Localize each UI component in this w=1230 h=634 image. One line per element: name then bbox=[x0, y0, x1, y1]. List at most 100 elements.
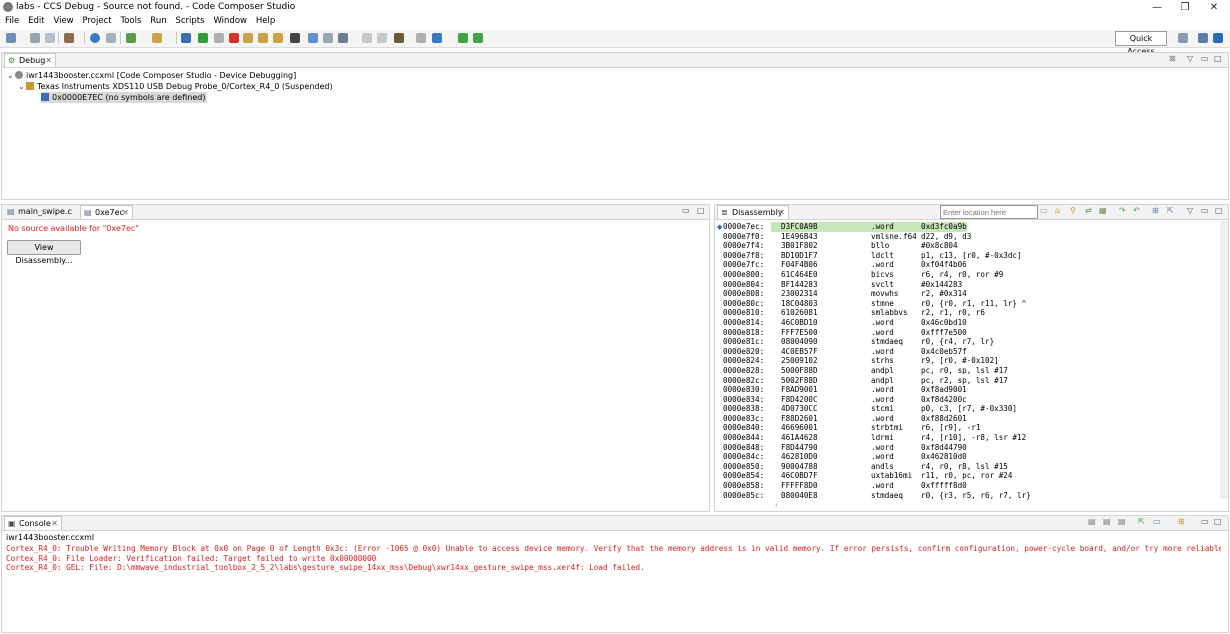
minimize-button[interactable]: — bbox=[1147, 1, 1167, 14]
target-icon[interactable] bbox=[394, 33, 404, 43]
ccs-debug-perspective-icon[interactable] bbox=[1213, 33, 1223, 43]
menu-project[interactable]: Project bbox=[83, 15, 112, 28]
save-all-icon[interactable] bbox=[45, 33, 55, 43]
pin-console-icon[interactable]: ⇱ bbox=[1138, 517, 1145, 526]
disassembly-row[interactable]: 0000e858: FFFFF8D0 .word 0xfffff8d0 bbox=[723, 481, 1211, 491]
tab-0xe7ec[interactable]: ▤ 0xe7ec ✕ bbox=[80, 205, 133, 219]
memory-icon[interactable] bbox=[290, 33, 300, 43]
disassembly-row[interactable]: 0000e85c: 080040E8 stmdaeq r0, {r3, r5, r6,… bbox=[723, 491, 1211, 501]
tree-item-probe[interactable]: ⌄ Texas Instruments XDS110 USB Debug Prob… bbox=[18, 81, 333, 92]
link-icon[interactable]: ⚲ bbox=[1070, 206, 1076, 215]
chevron-down-icon[interactable]: ⌄ bbox=[18, 81, 26, 92]
search-icon[interactable] bbox=[90, 33, 100, 43]
minimize-view-icon[interactable]: ▭ bbox=[682, 206, 690, 215]
disassembly-row[interactable]: 0000e844: 461A4628 ldrmi r4, [r10], -r8, ls… bbox=[723, 433, 1211, 443]
maximize-view-icon[interactable]: □ bbox=[1214, 54, 1222, 63]
remove-terminated-icon[interactable]: ⊠ bbox=[1169, 54, 1176, 63]
disassembly-row[interactable]: 0000e834: F8D4200C .word 0xf8d4200c bbox=[723, 395, 1211, 405]
step-over-icon[interactable] bbox=[258, 33, 268, 43]
tab-debug[interactable]: ⚙ Debug ✕ bbox=[4, 53, 56, 67]
instruction-step-icon[interactable] bbox=[308, 33, 318, 43]
disassembly-row[interactable]: 0000e7f8: BD10D1F7 ldclt p1, c13, [r0, #-0x… bbox=[723, 251, 1211, 261]
pin-icon[interactable] bbox=[416, 33, 426, 43]
disassembly-row[interactable]: 0000e83c: F88D2601 .word 0xf88d2601 bbox=[723, 414, 1211, 424]
debug-icon[interactable] bbox=[126, 33, 136, 43]
minimize-view-icon[interactable]: ▭ bbox=[1201, 54, 1209, 63]
disassembly-hscrollbar[interactable]: ‹ bbox=[775, 501, 1215, 509]
close-icon[interactable]: ✕ bbox=[778, 206, 785, 220]
tab-disassembly[interactable]: ≣ Disassembly ✕ bbox=[717, 205, 789, 219]
menu-window[interactable]: Window bbox=[213, 15, 247, 28]
maximize-view-icon[interactable]: □ bbox=[697, 206, 705, 215]
step-back-icon[interactable]: ↶ bbox=[1133, 206, 1140, 215]
clear-console-icon[interactable]: ▤ bbox=[1088, 517, 1096, 526]
disassembly-row[interactable]: 0000e82c: 5002F88D andpl pc, r2, sp, lsl #1… bbox=[723, 376, 1211, 386]
minimize-view-icon[interactable]: ▭ bbox=[1201, 517, 1209, 526]
disassembly-row[interactable]: 0000e854: 46C0BD7F uxtab16mi r11, r0, pc, r… bbox=[723, 471, 1211, 481]
back-icon[interactable] bbox=[473, 33, 483, 43]
menu-help[interactable]: Help bbox=[256, 15, 275, 28]
new-view-icon[interactable]: ⊞ bbox=[1152, 206, 1159, 215]
menu-file[interactable]: File bbox=[5, 15, 19, 28]
restart-icon[interactable] bbox=[338, 33, 348, 43]
forward-icon[interactable] bbox=[458, 33, 468, 43]
display-console-icon[interactable]: ▭ bbox=[1153, 517, 1161, 526]
disassembly-row[interactable]: 0000e800: 61C464E0 bicvs r6, r4, r0, ror #9 bbox=[723, 270, 1211, 280]
word-wrap-icon[interactable]: ▤ bbox=[1118, 517, 1126, 526]
disassembly-row[interactable]: 0000e850: 90004788 andls r4, r0, r8, lsl #1… bbox=[723, 462, 1211, 472]
location-input[interactable] bbox=[940, 205, 1038, 219]
disassembly-row[interactable]: 0000e838: 4D0730CC stcmi p0, c3, [r7, #-0x3… bbox=[723, 404, 1211, 414]
disassembly-row[interactable]: 0000e81c: 08004090 stmdaeq r0, {r4, r7, lr} bbox=[723, 337, 1211, 347]
menu-tools[interactable]: Tools bbox=[120, 15, 141, 28]
disassembly-row[interactable]: 0000e80c: 18C04803 stmne r0, {r0, r1, r11, … bbox=[723, 299, 1211, 309]
menu-edit[interactable]: Edit bbox=[28, 15, 44, 28]
disassembly-row[interactable]: 0000e808: 23002314 movwhs r2, #0x314 bbox=[723, 289, 1211, 299]
close-window-button[interactable]: ✕ bbox=[1204, 1, 1224, 14]
disassembly-row[interactable]: 0000e7ec: D3FC0A9B .word 0xd3fc0a9b bbox=[723, 222, 1211, 232]
scroll-lock-icon[interactable]: ▤ bbox=[1103, 517, 1111, 526]
minimize-view-icon[interactable]: ▭ bbox=[1201, 206, 1209, 215]
disassembly-row[interactable]: 0000e814: 46C0BD10 .word 0x46c0bd10 bbox=[723, 318, 1211, 328]
pin-view-icon[interactable]: ⇱ bbox=[1167, 206, 1174, 215]
view-disassembly-button[interactable]: View Disassembly... bbox=[7, 240, 81, 265]
menu-view[interactable]: View bbox=[53, 15, 73, 28]
filter-icon[interactable]: ▦ bbox=[1099, 206, 1107, 215]
disassembly-row[interactable]: 0000e84c: 462810D0 .word 0x462810d0 bbox=[723, 452, 1211, 462]
refresh-icon[interactable] bbox=[106, 33, 116, 43]
disassembly-row[interactable]: 0000e7fc: F04F4B06 .word 0xf04f4b06 bbox=[723, 260, 1211, 270]
disassembly-row[interactable]: 0000e824: 25009102 strhs r9, [r0, #-0x102] bbox=[723, 356, 1211, 366]
perspective-icon[interactable] bbox=[1178, 33, 1188, 43]
build-icon[interactable] bbox=[64, 33, 74, 43]
open-console-icon[interactable]: ⊞ bbox=[1178, 517, 1185, 526]
ccs-edit-perspective-icon[interactable] bbox=[1198, 33, 1208, 43]
maximize-view-icon[interactable]: □ bbox=[1215, 206, 1223, 215]
tab-console[interactable]: ▣ Console ✕ bbox=[4, 516, 62, 530]
sync-icon[interactable]: ⇄ bbox=[1085, 206, 1092, 215]
connect-icon[interactable] bbox=[181, 33, 191, 43]
disassembly-row[interactable]: 0000e7f4: 3B01F802 bllo #0x8c804 bbox=[723, 241, 1211, 251]
disassembly-row[interactable]: 0000e830: F8AD9001 .word 0xf8ad9001 bbox=[723, 385, 1211, 395]
view-menu-icon[interactable]: ▽ bbox=[1187, 54, 1193, 63]
disassembly-row[interactable]: 0000e828: 5000F88D andpl pc, r0, sp, lsl #1… bbox=[723, 366, 1211, 376]
suspend-icon[interactable] bbox=[214, 33, 224, 43]
reload-icon[interactable] bbox=[377, 33, 387, 43]
disassembly-row[interactable]: 0000e804: BF144283 svclt #0x144283 bbox=[723, 280, 1211, 290]
terminate-icon[interactable] bbox=[229, 33, 239, 43]
disassembly-row[interactable]: 0000e818: FFF7E500 .word 0xfff7e500 bbox=[723, 328, 1211, 338]
disassembly-row[interactable]: 0000e840: 46696001 strbtmi r6, [r9], -r1 bbox=[723, 423, 1211, 433]
disassembly-vscrollbar[interactable] bbox=[1220, 221, 1228, 499]
disassembly-row[interactable]: 0000e820: 4C0EB57F .word 0x4c0eb57f bbox=[723, 347, 1211, 357]
close-icon[interactable]: ✕ bbox=[51, 517, 58, 531]
launch-icon[interactable] bbox=[432, 33, 442, 43]
step-return-icon[interactable] bbox=[273, 33, 283, 43]
reset-icon[interactable] bbox=[323, 33, 333, 43]
home-icon[interactable]: ⌂ bbox=[1055, 206, 1060, 215]
step-into-icon[interactable] bbox=[243, 33, 253, 43]
go-icon[interactable]: ▭ bbox=[1040, 206, 1048, 215]
disassembly-listing[interactable]: 0000e7ec: D3FC0A9B .word 0xd3fc0a9b 0000e7f0… bbox=[723, 222, 1211, 500]
view-menu-icon[interactable]: ▽ bbox=[1187, 206, 1193, 215]
step-icon[interactable]: ↷ bbox=[1119, 206, 1126, 215]
close-icon[interactable]: ✕ bbox=[122, 206, 129, 220]
maximize-button[interactable]: ❐ bbox=[1175, 1, 1195, 14]
chevron-down-icon[interactable]: ⌄ bbox=[7, 70, 15, 81]
